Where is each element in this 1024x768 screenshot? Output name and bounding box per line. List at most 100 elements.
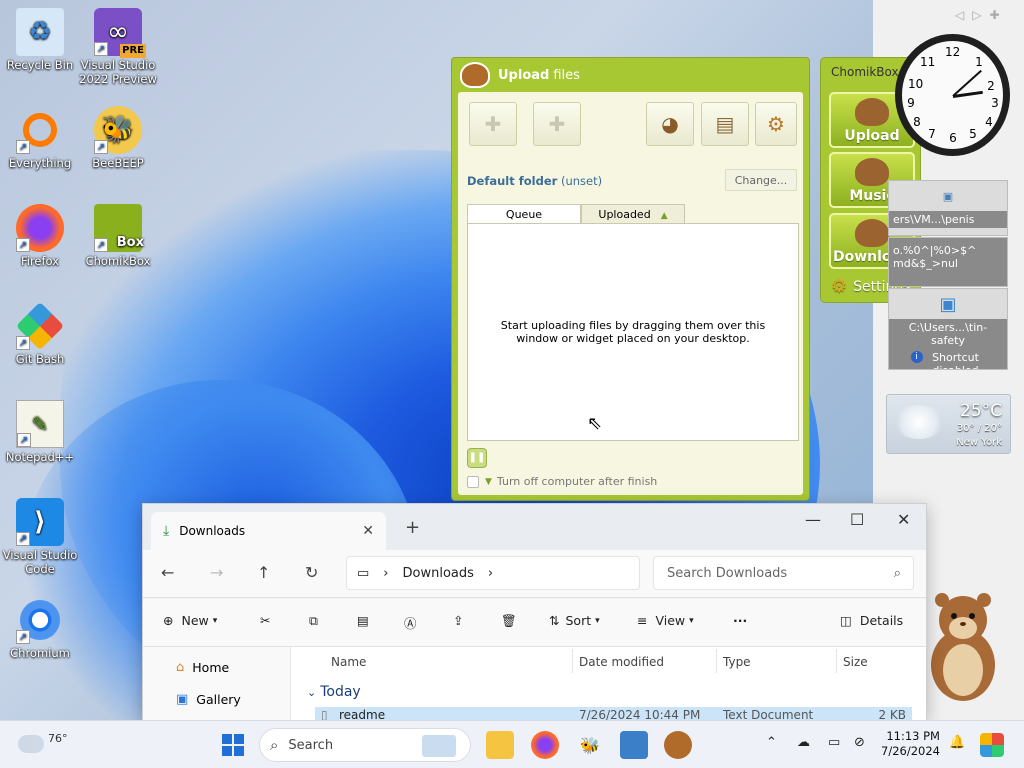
chomik-account-button[interactable]: ◕: [646, 102, 694, 146]
weather-high-low: 30° / 20°: [956, 423, 1002, 434]
close-window-icon[interactable]: ✕: [897, 510, 910, 529]
close-tab-icon[interactable]: ✕: [362, 523, 374, 539]
shortcut-gadget-3[interactable]: ▣ C:\Users...\tin-safety i Shortcut disa…: [888, 288, 1008, 370]
column-header-name[interactable]: Name: [331, 655, 366, 669]
bell-icon[interactable]: 🔔: [949, 735, 965, 750]
chevron-down-icon: ▾: [595, 615, 600, 626]
file-explorer-window[interactable]: ⤓ Downloads ✕ + — ☐ ✕ ← → ↑ ↻ ▭ › Downlo…: [142, 503, 927, 723]
file-explorer-taskbar-icon[interactable]: [486, 731, 514, 759]
clock-gadget[interactable]: 12 1 2 3 4 5 6 7 8 9 10 11: [895, 34, 1010, 156]
sort-button[interactable]: ⇅ Sort ▾: [549, 613, 600, 628]
column-header-size[interactable]: Size: [843, 655, 868, 669]
desktop-icon-label: Chromium: [10, 646, 70, 660]
delete-icon[interactable]: 🗑: [501, 613, 517, 629]
view-button[interactable]: ≡ View ▾: [637, 613, 694, 628]
chomikbox-logo-icon: [460, 62, 490, 88]
refresh-icon[interactable]: ↻: [305, 563, 318, 582]
gadget-controls[interactable]: ◁▷✚: [955, 8, 1008, 22]
desktop-icon-label: Notepad++: [5, 450, 75, 464]
shortcut-gadget-1[interactable]: ▣ ers\VM...\penis: [888, 180, 1008, 236]
upload-window-titlebar[interactable]: Upload files: [452, 58, 809, 92]
paste-icon[interactable]: ▤: [357, 613, 369, 628]
share-icon[interactable]: ⇪: [453, 613, 463, 628]
desktop-icon-firefox[interactable]: ↗ Firefox: [0, 204, 80, 268]
new-button[interactable]: ⊕ New ▾: [163, 613, 217, 628]
column-divider[interactable]: [836, 649, 837, 673]
desktop-icon-notepad-plus[interactable]: ✎ ↗ Notepad++: [0, 400, 80, 464]
shortcut-1-path: ers\VM...\penis: [889, 211, 1007, 228]
desktop-icon-git-bash[interactable]: ↗ Git Bash: [0, 301, 80, 366]
taskbar-search-placeholder: Search: [288, 737, 334, 753]
add-files-button[interactable]: ✚: [469, 102, 517, 146]
minimize-icon[interactable]: —: [805, 510, 821, 529]
desktop-icon-recycle-bin[interactable]: ♻ Recycle Bin: [0, 8, 80, 72]
start-button[interactable]: [222, 734, 244, 756]
explorer-address-bar: ← → ↑ ↻ ▭ › Downloads › Search Downloads…: [143, 550, 926, 598]
clipboard-add-button[interactable]: ▤: [701, 102, 749, 146]
shortcut-arrow-icon: ↗: [94, 238, 108, 252]
desktop-icon-chromium[interactable]: ↗ Chromium: [0, 596, 80, 660]
column-divider[interactable]: [716, 649, 717, 673]
chevron-up-icon[interactable]: ⌃: [766, 735, 777, 750]
more-options-button[interactable]: ···: [733, 613, 747, 628]
add-gadget-icon[interactable]: ✚: [989, 8, 1007, 22]
desktop-icon-vscode[interactable]: ⟩ ↗ Visual Studio Code: [0, 498, 80, 576]
desktop-icon-beebeep[interactable]: 🐝 ↗ BeeBEEP: [78, 106, 158, 170]
cloud-offline-icon[interactable]: ☁: [797, 735, 810, 750]
group-header-today[interactable]: ⌄ Today: [307, 684, 361, 700]
search-input[interactable]: Search Downloads ⌕: [653, 556, 914, 590]
desktop-icon-visual-studio[interactable]: ∞ ↗ PRE Visual Studio 2022 Preview: [78, 8, 158, 86]
taskbar-weather[interactable]: 76°: [18, 729, 68, 753]
new-tab-icon[interactable]: +: [405, 517, 420, 538]
chomikbox-taskbar-icon[interactable]: [664, 731, 692, 759]
change-folder-button[interactable]: Change...: [725, 169, 797, 191]
weather-gadget[interactable]: 25°C 30° / 20° New York: [886, 394, 1011, 454]
taskbar-search[interactable]: ⌕ Search: [259, 728, 471, 762]
back-icon[interactable]: ←: [161, 563, 174, 582]
rename-icon[interactable]: Ⓐ: [404, 613, 417, 632]
up-icon[interactable]: ↑: [257, 563, 270, 582]
tab-downloads[interactable]: ⤓ Downloads ✕: [151, 512, 386, 550]
turn-off-option[interactable]: ▼ Turn off computer after finish: [467, 475, 657, 488]
column-header-type[interactable]: Type: [723, 655, 751, 669]
chevron-down-icon: ▾: [689, 615, 694, 626]
nav-item-gallery[interactable]: ▣ Gallery: [176, 692, 241, 707]
details-button[interactable]: ◫ Details: [840, 613, 903, 628]
turn-off-checkbox[interactable]: [467, 475, 479, 488]
shortcut-3-text: C:\Users...\tin-safety i Shortcut disabl…: [889, 319, 1007, 369]
breadcrumb[interactable]: ▭ › Downloads ›: [346, 556, 640, 590]
taskbar-date: 7/26/2024: [881, 744, 940, 758]
cut-icon[interactable]: ✂: [260, 613, 270, 628]
copy-icon[interactable]: ⧉: [309, 613, 318, 629]
firefox-icon: ↗: [16, 204, 64, 252]
column-header-date[interactable]: Date modified: [579, 655, 664, 669]
desktop-icon-everything[interactable]: ↗ Everything: [0, 106, 80, 170]
upload-queue-list[interactable]: Start uploading files by dragging them o…: [467, 223, 799, 441]
tab-queue[interactable]: Queue: [467, 204, 581, 224]
breadcrumb-downloads[interactable]: Downloads: [403, 566, 474, 581]
firefox-taskbar-icon[interactable]: [531, 731, 559, 759]
tab-uploaded[interactable]: Uploaded ▲: [581, 204, 685, 224]
desktop-icon-chomikbox[interactable]: Box ↗ ChomikBox: [78, 204, 158, 268]
column-divider[interactable]: [572, 649, 573, 673]
chomikbox-upload-window[interactable]: Upload files ✚ ✚ ◕ ▤ ⚙ Default folder (u…: [451, 57, 810, 501]
display-icon[interactable]: ▭: [828, 735, 840, 750]
forward-icon[interactable]: →: [210, 563, 223, 582]
maximize-icon[interactable]: ☐: [850, 510, 864, 529]
pause-button[interactable]: ❚❚: [467, 448, 487, 468]
add-folder-button[interactable]: ✚: [533, 102, 581, 146]
taskbar-clock[interactable]: 11:13 PM 7/26/2024: [881, 729, 940, 759]
beebeep-taskbar-icon[interactable]: 🐝: [576, 731, 604, 759]
network-icon[interactable]: ⊘: [854, 735, 865, 750]
upload-settings-button[interactable]: ⚙: [755, 102, 797, 146]
next-icon[interactable]: ▷: [972, 8, 989, 22]
copilot-icon[interactable]: [980, 733, 1004, 757]
weather-temperature: 25°C: [959, 401, 1002, 421]
prev-icon[interactable]: ◁: [955, 8, 972, 22]
nav-item-home[interactable]: ⌂ Home: [176, 660, 229, 675]
chomik-mascot[interactable]: [918, 590, 1008, 702]
shortcut-disabled-row: i Shortcut disabled: [893, 351, 1003, 369]
remote-desktop-taskbar-icon[interactable]: [620, 731, 648, 759]
triangle-up-icon: ▲: [660, 211, 668, 221]
shortcut-gadget-2[interactable]: o.%0^|%0>$^ md&$_>nul: [888, 237, 1008, 287]
